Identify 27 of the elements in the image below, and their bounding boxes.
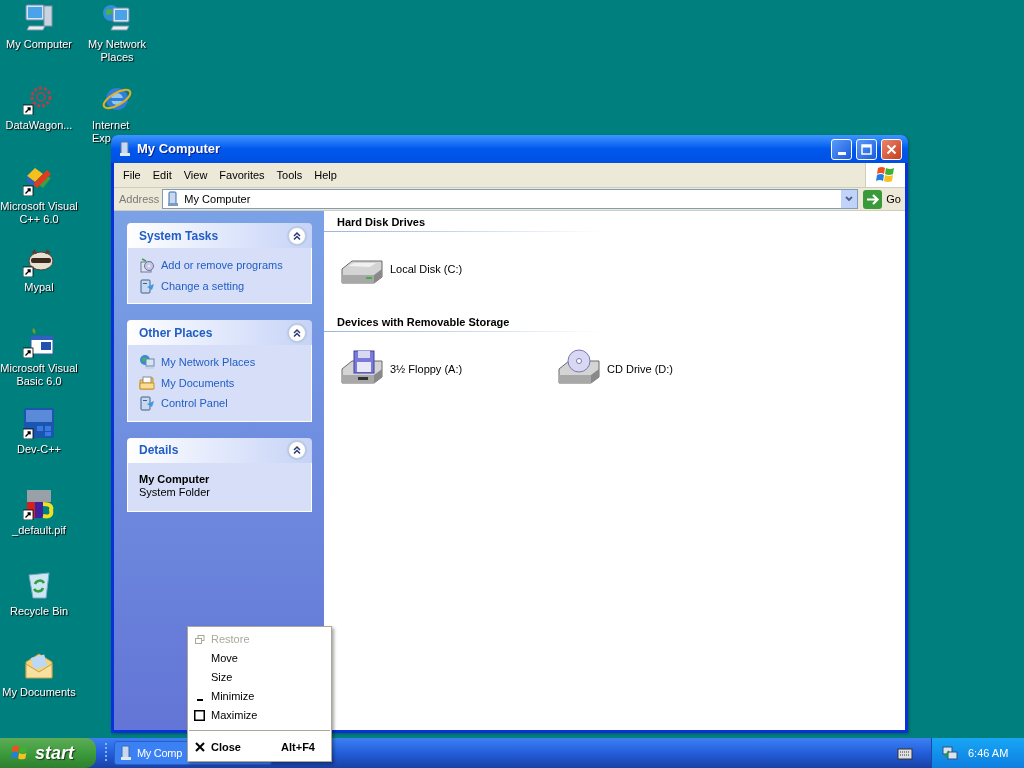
desktop-icon-label: My Network bbox=[87, 38, 147, 51]
details-name: My Computer bbox=[139, 472, 211, 486]
section-heading: Hard Disk Drives bbox=[336, 215, 427, 229]
panel-title: System Tasks bbox=[139, 227, 219, 245]
window-title: My Computer bbox=[137, 140, 222, 159]
section-heading: Devices with Removable Storage bbox=[336, 315, 511, 329]
shortcut-label: Alt+F4 bbox=[281, 739, 316, 755]
desktop-icon-label: Exp bbox=[92, 132, 111, 145]
desktop-icon-label: My Computer bbox=[6, 38, 72, 51]
desktop-icon-label: Microsoft Visual bbox=[0, 362, 78, 375]
desktop-icon-label: My Documents bbox=[2, 686, 76, 699]
desktop-icon-label: Places bbox=[100, 51, 134, 64]
clock: 6:46 AM bbox=[968, 745, 1009, 761]
desktop-icon-label: Mypal bbox=[24, 281, 54, 294]
desktop-icon-label: DataWagon... bbox=[5, 119, 73, 132]
desktop-icon-label: Recycle Bin bbox=[9, 605, 69, 618]
desktop-icon-label: Microsoft Visual bbox=[0, 200, 78, 213]
desktop-icon-label: Internet bbox=[92, 119, 130, 132]
panel-title: Details bbox=[139, 442, 179, 459]
address-label: Address bbox=[119, 191, 160, 207]
desktop-icon-label: Dev-C++ bbox=[17, 443, 61, 456]
details-description: System Folder bbox=[139, 485, 211, 499]
desktop-icon-label: Basic 6.0 bbox=[16, 375, 62, 388]
desktop-icon-label: C++ 6.0 bbox=[19, 213, 59, 226]
address-value: My Computer bbox=[184, 191, 252, 207]
desktop-icon-label: _default.pif bbox=[12, 524, 66, 537]
panel-title: Other Places bbox=[139, 324, 213, 342]
